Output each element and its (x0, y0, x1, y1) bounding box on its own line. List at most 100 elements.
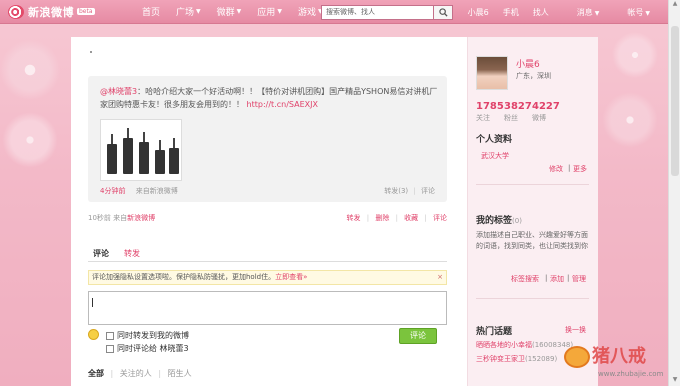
emoticon-icon[interactable] (88, 329, 99, 340)
decorative-flower (600, 90, 660, 150)
search-bar: 搜索微博、找人 (321, 5, 453, 20)
tab-comment[interactable]: 评论 (93, 248, 109, 259)
sidebar-divider (476, 184, 589, 185)
forward-action[interactable]: 转发 (347, 214, 361, 222)
nav-games[interactable]: 游戏▼ (298, 5, 323, 18)
nav-home[interactable]: 首页 (142, 5, 160, 18)
chevron-down-icon: ▼ (236, 8, 242, 15)
post-time[interactable]: 4分钟前 (100, 187, 125, 195)
hot-topic-name: 晒晒各地的小幸福 (476, 341, 532, 349)
nav-apps[interactable]: 应用 ▼ (257, 5, 282, 18)
forwarded-post-meta: 4分钟前 来自新浪微博 (100, 186, 178, 196)
profile-name[interactable]: 小晨6 (516, 57, 540, 70)
favorite-action[interactable]: 收藏 (404, 214, 418, 222)
filter-all[interactable]: 全部 (88, 369, 104, 378)
forward-count-link[interactable]: 转发(3) (384, 187, 408, 195)
weibo-logo[interactable]: 新浪微博 beta (8, 4, 128, 20)
filter-strangers[interactable]: 陌生人 (168, 369, 192, 378)
top-navigation-bar: 新浪微博 beta 首页 广场▼ 微群▼ 应用▼ 游戏▼ 搜索微博、找人 小晨6… (0, 0, 680, 24)
forward-to-mine-option[interactable]: 同时转发到我的微博 (106, 330, 189, 341)
nav-account-label: 帐号 (627, 7, 644, 17)
profile-more-link[interactable]: 更多 (573, 164, 587, 174)
walkie-talkie-image (107, 134, 117, 174)
hot-topics-refresh[interactable]: 换一换 (565, 325, 586, 335)
notice-text: 评论加强隐私设置选项啦。保护隐私防骚扰，更加hold住。 (92, 273, 276, 281)
forward-checkbox[interactable] (106, 331, 114, 340)
watermark-url: www.zhubajie.com (598, 370, 664, 378)
decorative-flower (0, 110, 60, 170)
post-url-link[interactable]: http://t.cn/SAEXJX (247, 100, 318, 109)
stat-followers[interactable]: 3827 粉丝 (504, 101, 532, 123)
nav-username[interactable]: 小晨6 (468, 7, 489, 18)
beta-badge: beta (77, 8, 95, 15)
filter-following[interactable]: 关注的人 (120, 369, 152, 378)
scrollbar-thumb[interactable] (671, 26, 679, 176)
scroll-down-icon[interactable]: ▼ (669, 376, 680, 386)
chevron-down-icon: ▼ (277, 8, 282, 15)
comment-action[interactable]: 评论 (433, 214, 447, 222)
search-button[interactable] (433, 5, 453, 20)
decorative-flower (610, 30, 660, 80)
stat-posts-num: 4227 (532, 101, 560, 112)
walkie-talkie-image (139, 132, 149, 174)
status-time[interactable]: 10秒前 (88, 214, 111, 222)
profile-edit-link[interactable]: 修改 (549, 164, 563, 174)
privacy-notice: 评论加强隐私设置选项啦。保护隐私防骚扰，更加hold住。立即查看» × (88, 270, 447, 285)
page-scrollbar[interactable]: ▲ ▼ (668, 0, 680, 386)
comment-link[interactable]: 评论 (421, 187, 435, 195)
nav-apps-label: 应用 (257, 8, 276, 18)
status-source-prefix: 来自 (113, 214, 128, 222)
scroll-up-icon[interactable]: ▲ (669, 0, 680, 10)
comment-to-checkbox-label: 同时评论给 林晓蕾3 (117, 344, 189, 353)
tab-forward[interactable]: 转发 (124, 248, 140, 259)
submit-comment-button[interactable]: 评论 (399, 328, 437, 344)
comment-to-option[interactable]: 同时评论给 林晓蕾3 (106, 343, 189, 354)
close-icon[interactable]: × (437, 271, 443, 284)
hot-topic-item[interactable]: 晒晒各地的小幸福(16008348) (476, 340, 573, 351)
comment-to-checkbox[interactable] (106, 344, 114, 353)
decorative-flower (0, 40, 70, 100)
sidebar-divider (476, 298, 589, 299)
watermark-text: 猪八戒 (592, 346, 646, 367)
tags-title-text: 我的标签 (476, 216, 513, 226)
nav-messages[interactable]: 消息 ▼ (563, 7, 600, 18)
status-actions: 转发 | 删除 | 收藏 | 评论 (346, 214, 447, 222)
profile-stats: 1785 关注 3827 粉丝 4227 微博 (476, 101, 560, 123)
avatar[interactable] (476, 56, 508, 90)
walkie-talkie-image (123, 128, 133, 174)
comment-textarea[interactable] (88, 291, 447, 325)
author-link[interactable]: @林晓蕾3 (100, 87, 137, 96)
comment-filter: 全部 | 关注的人 | 陌生人 (88, 369, 192, 378)
weibo-logo-icon (8, 4, 24, 19)
tag-add-link[interactable]: 添加 (550, 274, 564, 284)
tag-search-link[interactable]: 标签搜索 (511, 274, 539, 284)
nav-find-people[interactable]: 找人 (533, 7, 549, 18)
forwarded-post: @林晓蕾3：哈哈介绍大家一个好活动啊！！【特价对讲机团购】国产精品YSHON易信… (88, 76, 447, 202)
tag-manage-link[interactable]: 管理 (572, 274, 586, 284)
walkie-talkie-image (169, 138, 179, 174)
stat-followers-label: 粉丝 (504, 114, 518, 122)
search-input[interactable]: 搜索微博、找人 (321, 5, 433, 20)
nav-home-label: 首页 (142, 8, 161, 18)
post-source[interactable]: 来自新浪微博 (136, 187, 178, 195)
hot-topic-name: 三秒钟变王家卫 (476, 355, 525, 363)
status-source[interactable]: 新浪微博 (127, 214, 155, 222)
delete-action[interactable]: 删除 (375, 214, 389, 222)
nav-account[interactable]: 帐号 ▼ (613, 7, 650, 18)
nav-mobile[interactable]: 手机 (503, 7, 519, 18)
stat-following[interactable]: 1785 关注 (476, 101, 504, 123)
zhubajie-watermark: 猪八戒 www.zhubajie.com (560, 340, 670, 384)
hot-topic-item[interactable]: 三秒钟变王家卫(152089) (476, 354, 557, 365)
text-cursor (92, 298, 93, 307)
nav-groups[interactable]: 微群 ▼ (217, 5, 242, 18)
logo-text: 新浪微博 (28, 5, 74, 19)
notice-link[interactable]: 立即查看» (275, 273, 307, 281)
forward-checkbox-label: 同时转发到我的微博 (117, 331, 189, 340)
stat-posts-label: 微博 (532, 114, 546, 122)
profile-school[interactable]: 武汉大学 (481, 151, 509, 161)
post-status-line: 10秒前 来自新浪微博 转发 | 删除 | 收藏 | 评论 (88, 213, 447, 223)
stat-posts[interactable]: 4227 微博 (532, 101, 560, 123)
tags-count: (0) (512, 217, 522, 225)
nav-square[interactable]: 广场 ▼ (176, 5, 201, 18)
post-image-thumbnail[interactable] (100, 119, 182, 181)
